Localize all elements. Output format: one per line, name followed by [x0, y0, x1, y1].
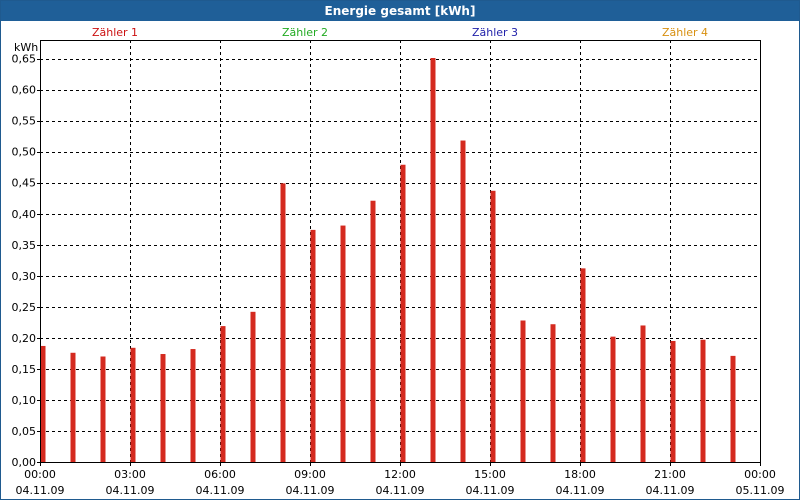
x-tick-date: 04.11.09 [646, 484, 695, 497]
y-axis-label: kWh [14, 41, 38, 54]
bar [130, 347, 136, 462]
legend-entry: Zähler 3 [472, 26, 518, 39]
x-tick-time: 00:00 [744, 468, 776, 481]
bar [670, 340, 676, 462]
y-tick-label: 0,15 [12, 363, 37, 376]
bar [220, 326, 226, 462]
grid-lines [40, 40, 760, 462]
bar [100, 356, 106, 462]
x-tick-date: 05.11.09 [736, 484, 785, 497]
bar [160, 354, 166, 462]
x-tick-date: 04.11.09 [106, 484, 155, 497]
bar [550, 324, 556, 462]
y-tick-label: 0,25 [12, 301, 37, 314]
legend-entry: Zähler 2 [282, 26, 328, 39]
bar [370, 200, 376, 462]
x-tick-date: 04.11.09 [556, 484, 605, 497]
bar [460, 140, 466, 463]
x-tick-date: 04.11.09 [196, 484, 245, 497]
x-tick-time: 18:00 [564, 468, 596, 481]
y-tick-label: 0,60 [12, 84, 37, 97]
bars [40, 57, 736, 463]
y-tick-label: 0,35 [12, 239, 37, 252]
y-tick-label: 0,65 [12, 53, 37, 66]
y-tick-label: 0,30 [12, 270, 37, 283]
y-tick-label: 0,50 [12, 146, 37, 159]
x-tick-time: 00:00 [24, 468, 56, 481]
x-tick-time: 15:00 [474, 468, 506, 481]
bar [490, 190, 496, 462]
y-tick-label: 0,05 [12, 425, 37, 438]
bar [700, 339, 706, 462]
bar [520, 320, 526, 462]
bar [70, 352, 76, 462]
y-tick-label: 0,20 [12, 332, 37, 345]
bar [250, 311, 256, 462]
bar [280, 183, 286, 462]
bar [340, 225, 346, 462]
legend-entry: Zähler 4 [662, 26, 708, 39]
bar [40, 345, 46, 462]
y-tick-label: 0,40 [12, 208, 37, 221]
bar [610, 336, 616, 462]
bar [400, 164, 406, 463]
y-tick-label: 0,55 [12, 115, 37, 128]
legend-entry: Zähler 1 [92, 26, 138, 39]
bar [640, 325, 646, 462]
x-tick-time: 03:00 [114, 468, 146, 481]
x-tick-date: 04.11.09 [466, 484, 515, 497]
chart-canvas: 0,000,050,100,150,200,250,300,350,400,45… [12, 26, 785, 497]
bar [430, 57, 436, 462]
x-tick-time: 12:00 [384, 468, 416, 481]
y-tick-label: 0,45 [12, 177, 37, 190]
x-tick-time: 09:00 [294, 468, 326, 481]
bar [730, 355, 736, 462]
x-tick-labels: 00:00 04.11.09 03:00 04.11.09 06:00 04.11.09 0… [16, 468, 785, 497]
x-tick-date: 04.11.09 [376, 484, 425, 497]
legend: Zähler 1 Zähler 2 Zähler 3 Zähler 4 [92, 26, 708, 39]
x-tick-time: 06:00 [204, 468, 236, 481]
bar [310, 229, 316, 462]
y-tick-labels: 0,000,050,100,150,200,250,300,350,400,45… [12, 53, 37, 469]
y-tick-label: 0,10 [12, 394, 37, 407]
x-tick-date: 04.11.09 [286, 484, 335, 497]
x-tick-time: 21:00 [654, 468, 686, 481]
axes [37, 40, 761, 466]
bar [580, 268, 586, 462]
bar [190, 349, 196, 462]
x-tick-date: 04.11.09 [16, 484, 65, 497]
